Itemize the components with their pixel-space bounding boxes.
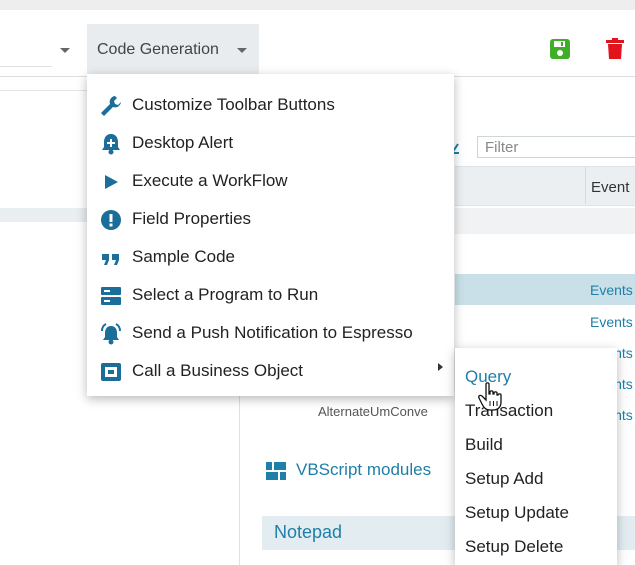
notepad-label: Notepad <box>274 522 343 542</box>
submenu-item-label: Setup Update <box>465 503 569 522</box>
wrench-icon <box>101 96 121 116</box>
hand-cursor-icon <box>478 382 502 411</box>
business-object-submenu: Query Transaction Build Setup Add Setup … <box>455 348 617 565</box>
menu-item-label: Desktop Alert <box>132 133 234 152</box>
menu-item-customize-toolbar-buttons[interactable]: Customize Toolbar Buttons <box>87 87 454 124</box>
grid-group-row <box>455 208 635 234</box>
save-icon[interactable] <box>549 38 571 60</box>
code-generation-label: Code Generation <box>97 41 219 58</box>
submenu-item-label: Build <box>465 435 503 454</box>
menu-item-execute-workflow[interactable]: Execute a WorkFlow <box>87 163 454 200</box>
combo-underline <box>0 66 52 67</box>
modules-icon <box>266 462 286 480</box>
chevron-down-icon[interactable] <box>60 48 70 53</box>
combo-box[interactable] <box>0 24 88 68</box>
menu-item-label: Field Properties <box>132 209 252 228</box>
row-label: AlternateUmConve <box>318 404 428 419</box>
left-panel-header <box>0 77 87 91</box>
exclamation-circle-icon <box>101 210 121 230</box>
submenu-item-label: Setup Add <box>465 469 544 488</box>
code-generation-menu: Customize Toolbar Buttons Desktop Alert … <box>87 74 454 396</box>
business-object-icon <box>101 363 121 381</box>
menu-item-label: Execute a WorkFlow <box>132 171 288 190</box>
grid-column-header[interactable]: Event <box>591 179 629 196</box>
filter-input[interactable]: Filter <box>477 136 635 158</box>
vbscript-modules-link[interactable]: VBScript modules <box>296 460 431 480</box>
server-icon <box>101 287 121 305</box>
grid-column-divider[interactable] <box>585 166 586 204</box>
menu-item-label: Sample Code <box>132 247 236 266</box>
chevron-down-icon <box>237 48 247 53</box>
menu-item-field-properties[interactable]: Field Properties <box>87 201 454 238</box>
quote-icon <box>102 254 119 265</box>
menu-item-select-program[interactable]: Select a Program to Run <box>87 277 454 314</box>
chevron-right-icon <box>438 363 443 371</box>
menu-item-label: Select a Program to Run <box>132 285 319 304</box>
events-link[interactable]: Events <box>590 282 633 298</box>
submenu-item-label: Setup Delete <box>465 537 564 556</box>
submenu-item-setup-update[interactable]: Setup Update <box>455 496 617 530</box>
menu-item-call-business-object[interactable]: Call a Business Object <box>87 353 454 390</box>
bell-plus-icon <box>102 134 120 155</box>
menu-item-label: Call a Business Object <box>132 361 304 380</box>
submenu-item-setup-delete[interactable]: Setup Delete <box>455 530 617 564</box>
menu-item-push-notification[interactable]: Send a Push Notification to Espresso <box>87 315 454 352</box>
divider <box>0 90 87 91</box>
menu-item-desktop-alert[interactable]: Desktop Alert <box>87 125 454 162</box>
menu-item-sample-code[interactable]: Sample Code <box>87 239 454 276</box>
submenu-item-build[interactable]: Build <box>455 428 617 462</box>
trash-icon[interactable] <box>605 38 625 60</box>
bell-ring-icon <box>101 323 121 345</box>
events-link[interactable]: Events <box>590 314 633 330</box>
menu-item-label: Customize Toolbar Buttons <box>132 95 335 114</box>
submenu-item-setup-add[interactable]: Setup Add <box>455 462 617 496</box>
menu-item-label: Send a Push Notification to Espresso <box>132 323 413 342</box>
window-top-strip <box>0 0 635 10</box>
play-icon <box>105 175 118 189</box>
